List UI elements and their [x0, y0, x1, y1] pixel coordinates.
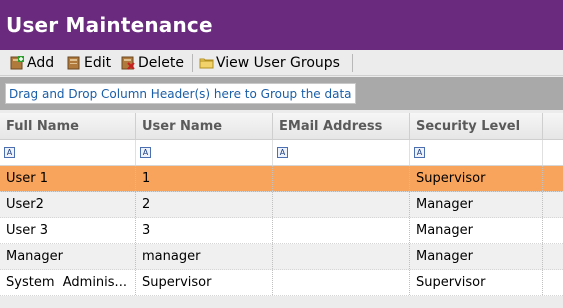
cell-security-level: Manager	[410, 218, 543, 243]
table-row[interactable]: System Adminis... Supervisor Supervisor	[0, 270, 563, 296]
title-bar: User Maintenance	[0, 0, 563, 50]
filter-row: A A A A	[0, 140, 563, 166]
cell-security-level: Supervisor	[410, 270, 543, 295]
folder-icon	[199, 56, 214, 70]
cell-full-name: User 3	[0, 218, 136, 243]
delete-button[interactable]: Delete	[121, 53, 184, 73]
filter-icon[interactable]: A	[414, 147, 425, 158]
cell-full-name: Manager	[0, 244, 136, 269]
toolbar: Add Edit Delete View User Groups	[0, 51, 563, 76]
cell-user-name: manager	[136, 244, 273, 269]
cell-security-level: Manager	[410, 244, 543, 269]
delete-label: Delete	[138, 55, 184, 71]
cell-user-name: 2	[136, 192, 273, 217]
cell-full-name: User2	[0, 192, 136, 217]
users-grid: Full Name User Name EMail Address Securi…	[0, 113, 563, 296]
view-user-groups-label: View User Groups	[216, 55, 340, 71]
cell-email	[273, 166, 410, 191]
table-row[interactable]: User2 2 Manager	[0, 192, 563, 218]
delete-icon	[121, 56, 135, 70]
filter-cell-email[interactable]: A	[273, 140, 410, 165]
column-header-user-name[interactable]: User Name	[136, 113, 273, 139]
filter-cell-security-level[interactable]: A	[410, 140, 543, 165]
filter-icon[interactable]: A	[4, 147, 15, 158]
cell-user-name: 1	[136, 166, 273, 191]
cell-security-level: Manager	[410, 192, 543, 217]
table-row[interactable]: User 1 1 Supervisor	[0, 166, 563, 192]
add-icon	[10, 56, 24, 70]
edit-button[interactable]: Edit	[67, 53, 111, 73]
group-by-area[interactable]: Drag and Drop Column Header(s) here to G…	[0, 77, 563, 110]
cell-email	[273, 244, 410, 269]
cell-security-level: Supervisor	[410, 166, 543, 191]
filter-cell-user-name[interactable]: A	[136, 140, 273, 165]
edit-icon	[67, 56, 81, 70]
table-row[interactable]: Manager manager Manager	[0, 244, 563, 270]
cell-email	[273, 218, 410, 243]
view-user-groups-button[interactable]: View User Groups	[199, 53, 340, 73]
edit-label: Edit	[84, 55, 112, 71]
toolbar-separator	[192, 54, 193, 72]
column-header-email[interactable]: EMail Address	[273, 113, 410, 139]
filter-cell-full-name[interactable]: A	[0, 140, 136, 165]
cell-email	[273, 192, 410, 217]
group-by-hint: Drag and Drop Column Header(s) here to G…	[5, 83, 356, 104]
column-header-security-level[interactable]: Security Level	[410, 113, 543, 139]
grid-header-row: Full Name User Name EMail Address Securi…	[0, 113, 563, 140]
add-label: Add	[27, 55, 55, 71]
cell-user-name: 3	[136, 218, 273, 243]
filter-icon[interactable]: A	[140, 147, 151, 158]
cell-user-name: Supervisor	[136, 270, 273, 295]
column-header-full-name[interactable]: Full Name	[0, 113, 136, 139]
table-row[interactable]: User 3 3 Manager	[0, 218, 563, 244]
page-title: User Maintenance	[6, 13, 213, 37]
filter-icon[interactable]: A	[277, 147, 288, 158]
toolbar-separator	[352, 54, 353, 72]
cell-email	[273, 270, 410, 295]
cell-full-name: System Adminis...	[0, 270, 136, 295]
add-button[interactable]: Add	[10, 53, 54, 73]
cell-full-name: User 1	[0, 166, 136, 191]
